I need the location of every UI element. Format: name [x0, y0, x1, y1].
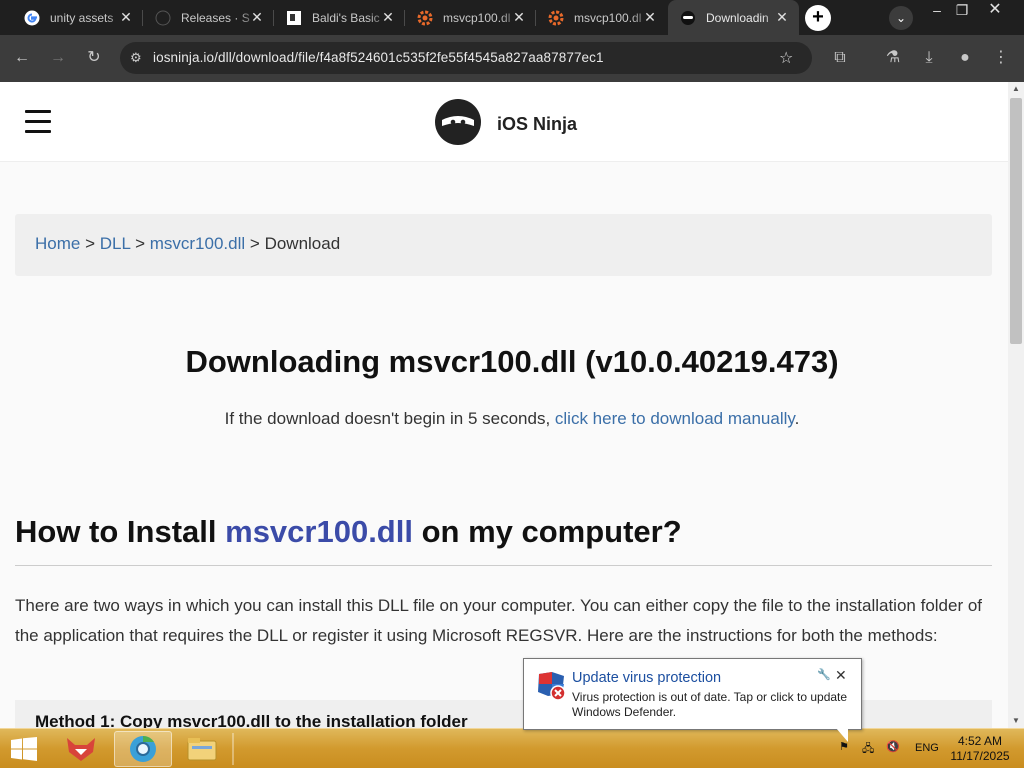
gear-icon	[417, 10, 433, 26]
menu-kebab-icon[interactable]: ⋮	[990, 47, 1012, 69]
install-heading-dll: msvcr100.dll	[225, 514, 413, 549]
breadcrumb-separator: >	[135, 234, 145, 253]
taskbar-app-firefox[interactable]	[52, 731, 110, 767]
manual-download-link[interactable]: click here to download manually	[555, 409, 795, 428]
tab-msvcp100-2[interactable]: msvcp100.dl ✕	[536, 0, 667, 35]
clock-date: 11/17/2025	[950, 749, 1010, 763]
breadcrumb-dll[interactable]: DLL	[100, 234, 131, 253]
taskbar-separator	[232, 733, 234, 765]
tab-baldis-basics[interactable]: Baldi's Basic ✕	[274, 0, 405, 35]
pin-icon[interactable]: 🔧	[817, 668, 831, 681]
balloon-pointer	[836, 728, 848, 742]
notification-title[interactable]: Update virus protection	[572, 670, 721, 686]
tab-msvcp100-1[interactable]: msvcp100.dl ✕	[405, 0, 536, 35]
tab-title: msvcp100.dl	[443, 10, 511, 25]
tab-search-icon[interactable]: ⌄	[889, 6, 913, 30]
close-tab-icon[interactable]: ✕	[643, 10, 657, 24]
close-tab-icon[interactable]: ✕	[775, 10, 789, 24]
install-heading: How to Install msvcr100.dll on my comput…	[15, 514, 682, 550]
breadcrumb-separator: >	[249, 234, 260, 253]
bookmark-star-icon[interactable]: ☆	[779, 48, 793, 68]
install-heading-prefix: How to Install	[15, 514, 226, 549]
folder-icon	[187, 738, 217, 761]
close-window-icon[interactable]: ✕	[980, 0, 1010, 22]
browser-globe-icon	[130, 735, 156, 762]
url-text[interactable]: iosninja.io/dll/download/file/f4a8f52460…	[153, 50, 604, 65]
address-bar[interactable]: ⚙ iosninja.io/dll/download/file/f4a8f524…	[120, 42, 812, 74]
security-alert-icon	[538, 672, 566, 701]
install-paragraph: There are two ways in which you can inst…	[15, 596, 983, 645]
google-icon	[24, 10, 40, 26]
tab-releases[interactable]: Releases · S ✕	[143, 0, 274, 35]
download-title: Downloading msvcr100.dll (v10.0.40219.47…	[185, 344, 839, 379]
close-tab-icon[interactable]: ✕	[250, 10, 264, 24]
page-icon	[286, 10, 302, 26]
tab-title: Baldi's Basic	[312, 10, 380, 25]
gear-icon	[548, 10, 564, 26]
scroll-down-icon[interactable]: ▼	[1008, 714, 1024, 728]
browser-toolbar: ← → ↻ ⚙ iosninja.io/dll/download/file/f4…	[0, 35, 1024, 82]
breadcrumb-home[interactable]: Home	[35, 234, 80, 253]
close-tab-icon[interactable]: ✕	[512, 10, 526, 24]
profile-icon[interactable]: ●	[954, 47, 976, 69]
breadcrumb: Home > DLL > msvcr100.dll > Download	[15, 214, 992, 276]
extensions-icon[interactable]: ⧉	[829, 47, 851, 69]
windows-taskbar: ⚑ 🖧 🔇 ENG 4:52 AM 11/17/2025	[0, 728, 1024, 768]
install-heading-suffix: on my computer?	[412, 514, 682, 549]
restore-icon[interactable]: ❐	[947, 0, 977, 22]
back-icon[interactable]: ←	[11, 47, 33, 69]
divider	[15, 565, 992, 566]
web-page: iOS Ninja Home > DLL > msvcr100.dll > Do…	[0, 82, 1008, 728]
download-note-text: If the download doesn't begin in 5 secon…	[224, 409, 555, 428]
taskbar-app-explorer[interactable]	[173, 731, 231, 767]
clock-time: 4:52 AM	[957, 734, 1003, 748]
close-tab-icon[interactable]: ✕	[119, 10, 133, 24]
breadcrumb-file[interactable]: msvcr100.dll	[150, 234, 245, 253]
start-button[interactable]	[0, 731, 48, 767]
fox-app-icon	[67, 738, 95, 761]
tab-title: msvcp100.dl	[574, 10, 642, 25]
volume-muted-icon[interactable]: 🔇	[886, 740, 900, 753]
site-info-icon[interactable]: ⚙	[130, 50, 142, 66]
forward-icon[interactable]: →	[47, 47, 69, 69]
tab-downloading[interactable]: Downloadin ✕	[668, 0, 799, 35]
notification-balloon[interactable]: Update virus protection Virus protection…	[523, 658, 862, 730]
breadcrumb-current: Download	[264, 234, 341, 253]
ninja-icon	[680, 10, 696, 26]
download-note-suffix: .	[794, 409, 800, 428]
site-brand[interactable]: iOS Ninja	[497, 114, 577, 135]
close-notification-icon[interactable]: ✕	[835, 667, 847, 684]
system-clock[interactable]: 4:52 AM 11/17/2025	[945, 734, 1015, 764]
tab-title: Downloadin	[706, 10, 769, 25]
close-tab-icon[interactable]: ✕	[381, 10, 395, 24]
site-header: iOS Ninja	[0, 82, 1008, 162]
tab-unity-assets[interactable]: unity assets ✕	[12, 0, 143, 35]
notification-message[interactable]: Virus protection is out of date. Tap or …	[572, 690, 857, 720]
page-scrollbar[interactable]: ▲ ▼	[1008, 82, 1024, 728]
download-note: If the download doesn't begin in 5 secon…	[0, 409, 1008, 429]
tab-title: Releases · S	[181, 10, 250, 25]
new-tab-button[interactable]: +	[805, 5, 831, 31]
taskbar-app-chrome[interactable]	[114, 731, 172, 767]
scrollbar-thumb[interactable]	[1010, 98, 1022, 344]
breadcrumb-separator: >	[85, 234, 96, 253]
language-indicator[interactable]: ENG	[915, 742, 939, 754]
reload-icon[interactable]: ↻	[83, 47, 105, 69]
method-title: Method 1: Copy msvcr100.dll to the insta…	[35, 712, 468, 728]
download-icon[interactable]: ⤓	[918, 47, 940, 69]
network-icon[interactable]: 🖧	[862, 740, 874, 759]
windows-logo-icon	[11, 737, 37, 761]
browser-tab-strip: unity assets ✕ Releases · S ✕ Baldi's Ba…	[0, 0, 1024, 35]
github-icon	[155, 10, 171, 26]
scroll-up-icon[interactable]: ▲	[1008, 82, 1024, 96]
ninja-logo-icon[interactable]	[434, 98, 482, 146]
labs-flask-icon[interactable]: ⚗	[882, 47, 904, 69]
hamburger-menu-icon[interactable]	[25, 110, 51, 134]
tab-title: unity assets	[50, 10, 114, 25]
